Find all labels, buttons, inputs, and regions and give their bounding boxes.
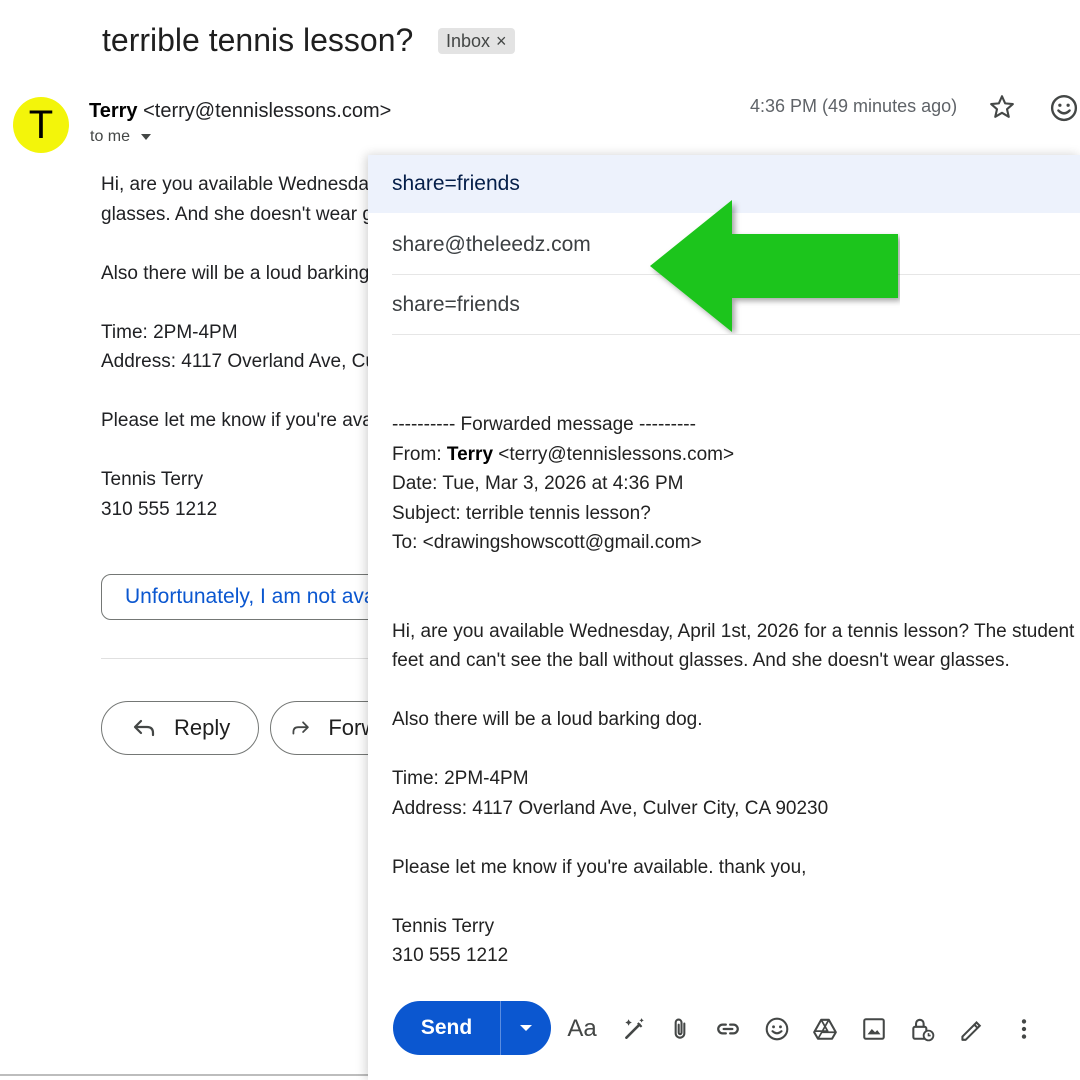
body-line: Hi, are you available Wednesday, April 1… bbox=[392, 620, 1080, 642]
link-icon[interactable] bbox=[712, 1013, 744, 1045]
schedule-send-dropdown[interactable] bbox=[501, 1001, 551, 1055]
dropdown-arrow-icon bbox=[520, 1025, 532, 1031]
body-line: Also there will be a loud barking dog. bbox=[101, 262, 401, 284]
confidential-mode-icon[interactable] bbox=[906, 1013, 938, 1045]
signature-phone: 310 555 1212 bbox=[101, 498, 218, 520]
body-line: Address: 4117 Overland Ave, Culver City,… bbox=[392, 797, 829, 819]
forward-header: ---------- Forwarded message --------- bbox=[392, 414, 696, 435]
email-time: 4:36 PM (49 minutes ago) bbox=[750, 96, 958, 116]
formatting-options-button[interactable]: Aa bbox=[566, 1013, 598, 1045]
signature-name: Tennis Terry bbox=[101, 469, 204, 490]
email-subject: terrible tennis lesson? bbox=[102, 22, 414, 58]
body-line: Address: 4117 Overland Ave, Culver City,… bbox=[101, 351, 401, 372]
attach-icon[interactable] bbox=[664, 1013, 696, 1045]
from-name: Terry bbox=[446, 443, 494, 465]
emoji-icon[interactable] bbox=[761, 1013, 793, 1045]
send-button[interactable]: Send bbox=[393, 1001, 501, 1055]
sender-avatar[interactable]: T bbox=[13, 97, 69, 153]
body-line: Also there will be a loud barking dog. bbox=[392, 709, 703, 730]
recipient-label: to me bbox=[90, 128, 131, 145]
more-options-icon[interactable] bbox=[1008, 1013, 1040, 1045]
body-line: Hi, are you available Wednesday, April 1… bbox=[101, 174, 401, 195]
reply-icon bbox=[133, 719, 155, 737]
body-line: glasses. And she doesn't wear glasses. bbox=[101, 203, 401, 225]
body-line: Please let me know if you're available. … bbox=[392, 856, 807, 878]
email-body: Hi, are you available Wednesday, April 1… bbox=[101, 170, 401, 524]
star-icon[interactable] bbox=[988, 93, 1016, 121]
reply-button[interactable]: Reply bbox=[101, 701, 259, 755]
photo-icon[interactable] bbox=[858, 1013, 890, 1045]
reply-label: Reply bbox=[174, 715, 231, 740]
chevron-down-icon bbox=[141, 134, 152, 140]
green-arrow-icon bbox=[650, 200, 898, 332]
inbox-label-text: Inbox bbox=[446, 30, 491, 51]
from-email: <terry@tennislessons.com> bbox=[498, 443, 735, 465]
body-line: Time: 2PM-4PM bbox=[392, 768, 529, 789]
forward-subject-line: Subject: terrible tennis lesson? bbox=[392, 502, 651, 524]
sender-email: <terry@tennislessons.com> bbox=[143, 100, 392, 122]
forward-from-line: From: Terry <terry@tennislessons.com> bbox=[392, 440, 1080, 470]
signature-name: Tennis Terry bbox=[392, 915, 495, 937]
signature-phone: 310 555 1212 bbox=[392, 945, 509, 966]
sender-line: Terry <terry@tennislessons.com> bbox=[89, 100, 391, 123]
forward-to-line: To: <drawingshowscott@gmail.com> bbox=[392, 532, 702, 553]
add-reaction-icon[interactable] bbox=[1049, 93, 1079, 123]
sender-name[interactable]: Terry bbox=[89, 100, 138, 122]
inbox-label-chip[interactable]: Inbox × bbox=[438, 28, 515, 54]
drive-icon[interactable] bbox=[809, 1013, 841, 1045]
body-line: feet and can't see the ball without glas… bbox=[392, 650, 1010, 671]
send-button-group: Send bbox=[393, 1001, 551, 1055]
compose-body[interactable]: ---------- Forwarded message --------- F… bbox=[392, 410, 1080, 971]
forward-date-line: Date: Tue, Mar 3, 2026 at 4:36 PM bbox=[392, 473, 684, 494]
ai-write-icon[interactable] bbox=[618, 1013, 650, 1045]
forward-icon bbox=[292, 721, 309, 735]
from-label: From: bbox=[392, 443, 442, 465]
remove-label-icon[interactable]: × bbox=[496, 31, 507, 52]
body-line: Please let me know if you're available. … bbox=[101, 410, 401, 431]
signature-icon[interactable] bbox=[954, 1013, 986, 1045]
divider bbox=[101, 658, 381, 659]
recipient-details[interactable]: to me bbox=[90, 128, 152, 146]
body-line: Time: 2PM-4PM bbox=[101, 321, 238, 343]
